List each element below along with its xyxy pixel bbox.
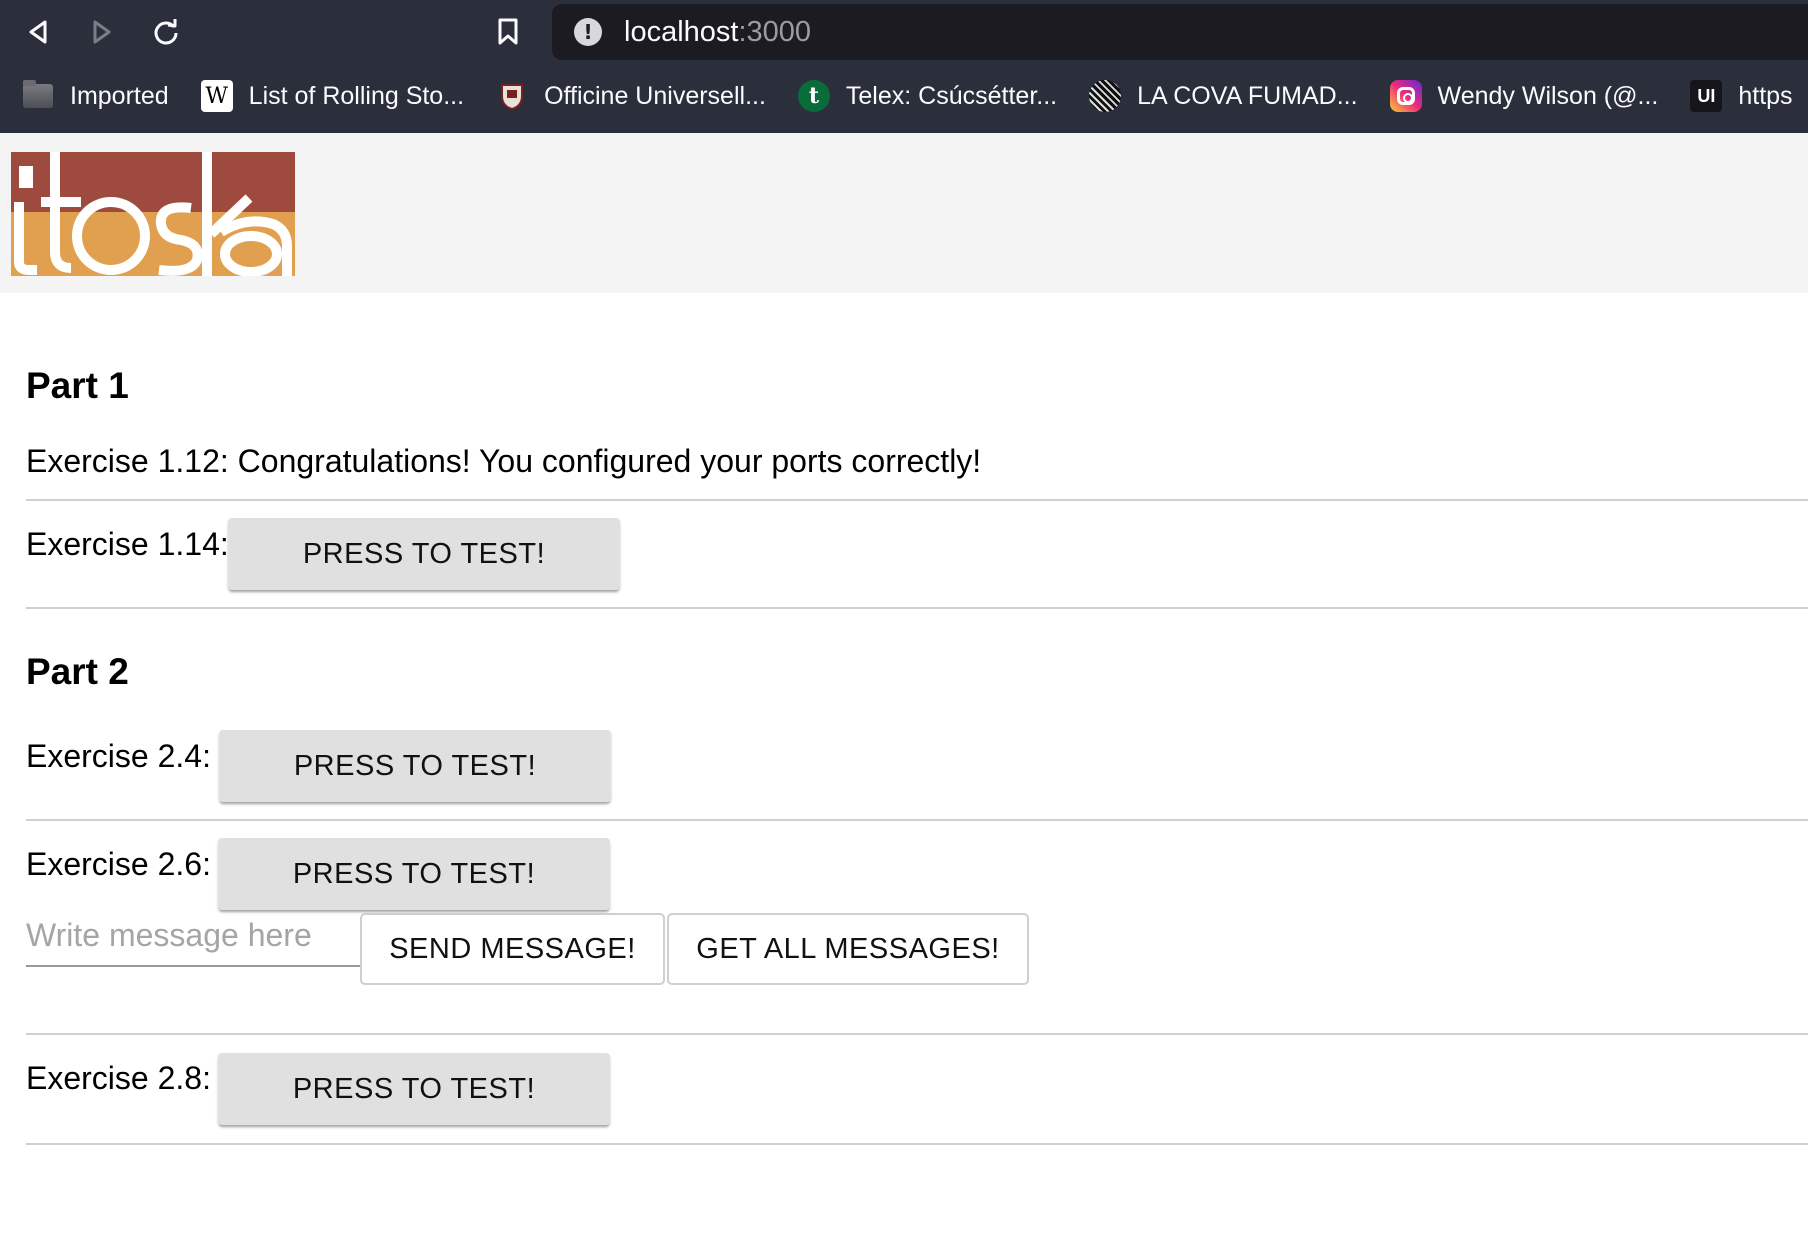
bookmarks-toolbar: Imported W List of Rolling Sto... Offici…	[0, 72, 1808, 120]
reload-button[interactable]	[146, 12, 186, 52]
exercise-2-6-label: Exercise 2.6:	[26, 846, 211, 882]
bookmark-rolling-stones[interactable]: W List of Rolling Sto...	[200, 80, 465, 112]
get-all-messages-button[interactable]: GET ALL MESSAGES!	[667, 913, 1029, 985]
message-input[interactable]	[26, 905, 360, 967]
bookmark-officine[interactable]: Officine Universell...	[496, 80, 766, 112]
exercise-2-8-test-button[interactable]: PRESS TO TEST!	[218, 1053, 610, 1125]
exercise-1-14-label: Exercise 1.14:	[26, 526, 229, 562]
bookmark-page-button[interactable]	[488, 12, 528, 52]
divider	[26, 1143, 1808, 1145]
divider	[26, 819, 1808, 821]
bookmark-icon	[498, 18, 518, 45]
exercise-2-6-test-button[interactable]: PRESS TO TEST!	[218, 838, 610, 910]
bookmark-telex[interactable]: t Telex: Csúcsétter...	[797, 80, 1058, 112]
site-info-icon[interactable]: !	[574, 18, 602, 46]
back-button[interactable]	[18, 12, 58, 52]
part-2-heading: Part 2	[26, 651, 129, 692]
telex-icon: t	[797, 80, 830, 112]
bookmark-wendy-wilson[interactable]: Wendy Wilson (@...	[1389, 80, 1659, 112]
bookmark-label: Wendy Wilson (@...	[1437, 81, 1659, 110]
site-logo	[11, 152, 295, 281]
folder-icon	[22, 80, 54, 112]
bookmark-label: LA COVA FUMAD...	[1137, 81, 1358, 110]
url-bar[interactable]: ! localhost:3000	[552, 4, 1808, 60]
back-arrow-icon	[29, 20, 47, 44]
wikipedia-icon: W	[200, 80, 233, 112]
exercise-1-12-text: Exercise 1.12: Congratulations! You conf…	[26, 443, 982, 479]
bookmark-label: Imported	[70, 81, 169, 110]
instagram-icon	[1389, 80, 1422, 112]
cova-icon	[1089, 80, 1122, 112]
send-message-button[interactable]: SEND MESSAGE!	[360, 913, 665, 985]
url-port: :3000	[738, 15, 812, 48]
url-text: localhost:3000	[624, 16, 811, 49]
url-host: localhost	[624, 15, 739, 48]
part-1-heading: Part 1	[26, 365, 129, 406]
divider	[26, 1033, 1808, 1035]
exercise-2-8-label: Exercise 2.8:	[26, 1060, 211, 1096]
shield-crest-icon	[496, 80, 528, 112]
reload-icon	[154, 19, 178, 45]
exercise-2-4-label: Exercise 2.4:	[26, 738, 211, 774]
bookmark-label: https	[1738, 81, 1793, 110]
bookmark-imported[interactable]: Imported	[22, 80, 169, 112]
divider	[26, 607, 1808, 609]
exercise-1-14-test-button[interactable]: PRESS TO TEST!	[228, 518, 620, 590]
exercise-2-4-test-button[interactable]: PRESS TO TEST!	[219, 730, 611, 802]
bookmark-label: Officine Universell...	[544, 81, 766, 110]
divider	[26, 499, 1808, 501]
bookmark-https[interactable]: UI https	[1690, 80, 1793, 112]
ui-icon: UI	[1690, 80, 1723, 112]
forward-arrow-icon	[93, 20, 111, 44]
bookmark-label: Telex: Csúcsétter...	[845, 81, 1058, 110]
bookmark-la-cova[interactable]: LA COVA FUMAD...	[1089, 80, 1358, 112]
bookmark-label: List of Rolling Sto...	[248, 81, 465, 110]
browser-chrome: ! localhost:3000 Imported W List of Roll…	[0, 0, 1808, 133]
forward-button[interactable]	[82, 12, 122, 52]
